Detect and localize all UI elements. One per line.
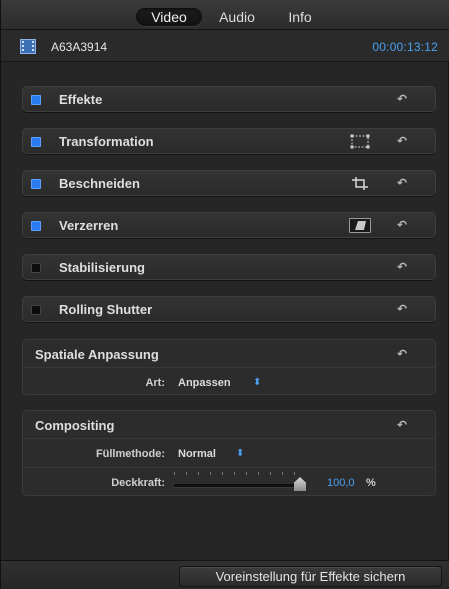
reset-arrow-icon[interactable]: ↶ [397,347,407,361]
effect-label: Verzerren [59,218,119,233]
stabilisierung-enable-checkbox[interactable] [31,263,41,273]
tab-audio[interactable]: Audio [215,8,259,26]
verzerren-enable-checkbox[interactable] [31,221,41,231]
beschneiden-enable-checkbox[interactable] [31,179,41,189]
reset-arrow-icon[interactable]: ↶ [397,302,407,316]
effect-row-stabilisierung[interactable]: Stabilisierung ↶ [22,254,436,280]
effekte-enable-checkbox[interactable] [31,95,41,105]
compositing-section: Compositing ↶ Füllmethode: Normal ⬍ Deck… [22,410,436,496]
spatial-conform-section: Spatiale Anpassung ↶ Art: Anpassen ⬍ [22,339,436,395]
distort-icon[interactable] [349,218,371,233]
effect-label: Rolling Shutter [59,302,153,317]
effect-label: Transformation [59,134,154,149]
divider [23,367,435,368]
effect-row-effekte[interactable]: Effekte ↶ [22,86,436,112]
divider [23,467,435,468]
slider-ticks [174,472,300,475]
tab-info[interactable]: Info [285,8,315,26]
opacity-slider[interactable] [174,484,300,487]
transformation-enable-checkbox[interactable] [31,137,41,147]
effect-row-verzerren[interactable]: Verzerren ↶ [22,212,436,238]
opacity-label: Deckkraft: [111,477,165,489]
slider-knob[interactable] [294,477,306,491]
blend-mode-popup[interactable]: Normal [178,448,216,460]
section-title: Compositing [35,418,115,433]
effect-label: Effekte [59,92,103,107]
effect-row-transformation[interactable]: Transformation ↶ [22,128,436,154]
inspector-tab-bar: Video Audio Info [1,0,449,30]
clip-header: A63A3914 00:00:13:12 [1,30,449,62]
reset-arrow-icon[interactable]: ↶ [397,176,407,190]
blend-mode-label: Füllmethode: [95,448,165,460]
section-title: Spatiale Anpassung [35,347,159,362]
film-clip-icon [20,39,36,54]
transform-handles-icon[interactable] [349,134,371,149]
save-effects-preset-button[interactable]: Voreinstellung für Effekte sichern [179,566,442,587]
reset-arrow-icon[interactable]: ↶ [397,218,407,232]
art-label: Art: [145,377,165,389]
clip-name: A63A3914 [51,40,108,54]
chevron-updown-icon[interactable]: ⬍ [253,377,261,388]
bottom-bar: Voreinstellung für Effekte sichern [1,560,449,589]
effect-label: Stabilisierung [59,260,145,275]
opacity-unit: % [366,477,376,489]
reset-arrow-icon[interactable]: ↶ [397,260,407,274]
reset-arrow-icon[interactable]: ↶ [397,418,407,432]
opacity-value[interactable]: 100,0 [327,477,355,489]
clip-timecode: 00:00:13:12 [372,40,438,54]
chevron-updown-icon[interactable]: ⬍ [236,448,244,459]
reset-arrow-icon[interactable]: ↶ [397,134,407,148]
effect-row-rolling-shutter[interactable]: Rolling Shutter ↶ [22,296,436,322]
inspector-panel: Video Audio Info A63A3914 00:00:13:12 Ef… [0,0,449,589]
divider [23,438,435,439]
effect-label: Beschneiden [59,176,140,191]
tab-video[interactable]: Video [136,8,202,26]
art-popup[interactable]: Anpassen [178,377,231,389]
rolling-shutter-enable-checkbox[interactable] [31,305,41,315]
crop-icon[interactable] [349,176,371,191]
effect-row-beschneiden[interactable]: Beschneiden ↶ [22,170,436,196]
reset-arrow-icon[interactable]: ↶ [397,92,407,106]
